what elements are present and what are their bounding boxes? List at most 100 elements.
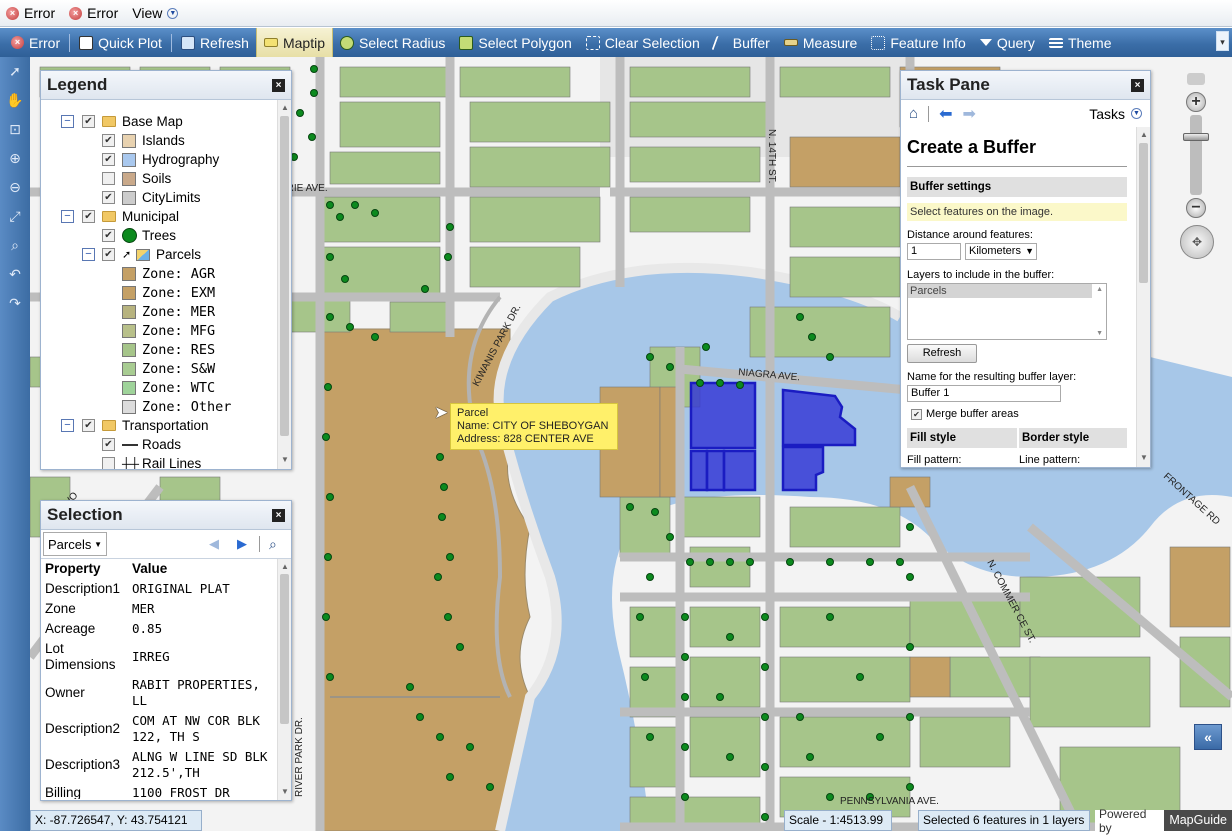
collapse-icon[interactable]: − [61,210,74,223]
home-icon[interactable]: ⌂ [909,105,918,122]
legend-item[interactable]: Zone: EXM [41,283,277,302]
menu-view[interactable]: View ▼ [132,5,179,21]
zoom-track[interactable] [1190,115,1202,195]
distance-input[interactable]: 1 [907,243,961,260]
zoom-extents-icon[interactable]: ⤢ [0,202,30,231]
buffer-name-input[interactable]: Buffer 1 [907,385,1061,402]
legend-checkbox[interactable] [102,191,115,204]
collapse-icon[interactable]: − [61,115,74,128]
buffer-button[interactable]: Buffer [707,28,777,57]
legend-item[interactable]: Zone: AGR [41,264,277,283]
legend-scrollbar[interactable]: ▲ ▼ [277,100,291,469]
units-select[interactable]: Kilometers ▼ [965,243,1037,260]
legend-checkbox[interactable] [82,210,95,223]
legend-checkbox[interactable] [102,457,115,469]
select-radius-label: Select Radius [359,34,446,51]
close-icon[interactable]: × [272,78,285,92]
next-view-icon[interactable]: ↷ [0,289,30,318]
feature-info-icon [871,35,886,50]
zoom-in-button[interactable]: + [1186,92,1206,112]
toolbar-overflow-icon[interactable]: ▾ [1216,31,1229,51]
legend-item[interactable]: Zone: WTC [41,378,277,397]
quick-plot-button[interactable]: Quick Plot [72,28,169,57]
maptip-icon [263,38,278,47]
legend-item[interactable]: Soils [41,169,277,188]
task-pane-scrollbar[interactable]: ▲ ▼ [1136,127,1150,467]
merge-checkbox[interactable] [911,408,922,420]
collapse-panel-icon[interactable]: « [1194,724,1222,750]
legend-item[interactable]: Zone: S&W [41,359,277,378]
legend-checkbox[interactable] [102,153,115,166]
zoom-to-selection-icon[interactable]: ⌕ [269,536,277,553]
legend-checkbox[interactable] [102,229,115,242]
query-button[interactable]: Query [973,28,1042,57]
layers-listbox[interactable]: Parcels ▲ ▼ [907,283,1107,340]
zoom-in-icon[interactable]: ⊕ [0,144,30,173]
menu-error-1[interactable]: × Error [6,5,55,21]
collapse-icon[interactable]: − [61,419,74,432]
legend-item[interactable]: Hydrography [41,150,277,169]
feature-info-button[interactable]: Feature Info [864,28,973,57]
legend-checkbox[interactable] [82,419,95,432]
tasks-menu-label[interactable]: Tasks [1089,106,1125,122]
collapse-icon[interactable]: − [82,248,95,261]
theme-button[interactable]: Theme [1042,28,1119,57]
select-tool-icon[interactable]: ➚ [0,57,30,86]
error-button[interactable]: × Error [4,28,67,57]
legend-item[interactable]: − Transportation [41,416,277,435]
legend-item[interactable]: Islands [41,131,277,150]
pan-arrows-icon[interactable]: ✥ [1180,225,1214,259]
toolbar-separator [259,536,260,552]
menu-error-2[interactable]: × Error [69,5,118,21]
selection-scroll-thumb[interactable] [280,574,289,724]
value-column-header: Value [132,561,168,576]
zoom-out-icon[interactable]: ⊖ [0,173,30,202]
legend-item[interactable]: Zone: RES [41,340,277,359]
legend-item[interactable]: Trees [41,226,277,245]
previous-arrow-icon[interactable]: ◀ [209,536,219,552]
close-icon[interactable]: × [1131,78,1144,92]
task-pane-scroll-thumb[interactable] [1139,143,1148,283]
legend-item[interactable]: Zone: MER [41,302,277,321]
legend-item[interactable]: Roads [41,435,277,454]
legend-checkbox[interactable] [102,438,115,451]
back-arrow-icon[interactable]: ⬅ [939,104,952,124]
refresh-button[interactable]: Refresh [174,28,256,57]
legend-item[interactable]: Zone: MFG [41,321,277,340]
property-cell: Lot Dimensions [45,641,116,672]
legend-item[interactable]: CityLimits [41,188,277,207]
legend-item[interactable]: − Base Map [41,112,277,131]
previous-view-icon[interactable]: ↶ [0,260,30,289]
legend-checkbox[interactable] [102,248,115,261]
next-arrow-icon[interactable]: ▶ [237,536,247,552]
units-select-value: Kilometers [969,245,1021,257]
close-icon[interactable]: × [272,508,285,522]
legend-item[interactable]: ┼┼ Rail Lines [41,454,277,469]
zoom-thumb[interactable] [1183,133,1209,141]
maptip-button[interactable]: Maptip [255,28,333,57]
dropdown-icon[interactable]: ▼ [1131,108,1142,119]
zoom-selection-icon[interactable]: ⌕ [0,231,30,260]
selection-scrollbar[interactable]: ▲ ▼ [277,559,291,800]
select-polygon-button[interactable]: Select Polygon [452,28,578,57]
legend-checkbox[interactable] [102,134,115,147]
legend-item[interactable]: Zone: Other [41,397,277,416]
legend-item[interactable]: − ➚ Parcels [41,245,277,264]
legend-checkbox[interactable] [82,115,95,128]
legend-scroll-thumb[interactable] [280,116,289,436]
zoom-out-button[interactable]: − [1186,198,1206,218]
legend-item[interactable]: − Municipal [41,207,277,226]
layer-select[interactable]: Parcels ▼ [43,532,107,556]
refresh-layers-button[interactable]: Refresh [907,344,977,363]
legend-tree: − Base Map Islands Hydrography Soils CityLimi… [41,100,277,469]
forward-arrow-icon[interactable]: ➡ [962,104,975,124]
zoom-rect-icon[interactable]: ⊡ [0,115,30,144]
pan-tool-icon[interactable]: ✋ [0,86,30,115]
measure-button[interactable]: Measure [777,28,864,57]
zoom-slider[interactable]: + − ✥ [1176,73,1216,268]
task-pane-title: Task Pane [907,75,990,94]
legend-checkbox[interactable] [102,172,115,185]
layers-option-parcels[interactable]: Parcels [908,284,1092,298]
select-radius-button[interactable]: Select Radius [333,28,452,57]
clear-selection-button[interactable]: Clear Selection [579,28,707,57]
